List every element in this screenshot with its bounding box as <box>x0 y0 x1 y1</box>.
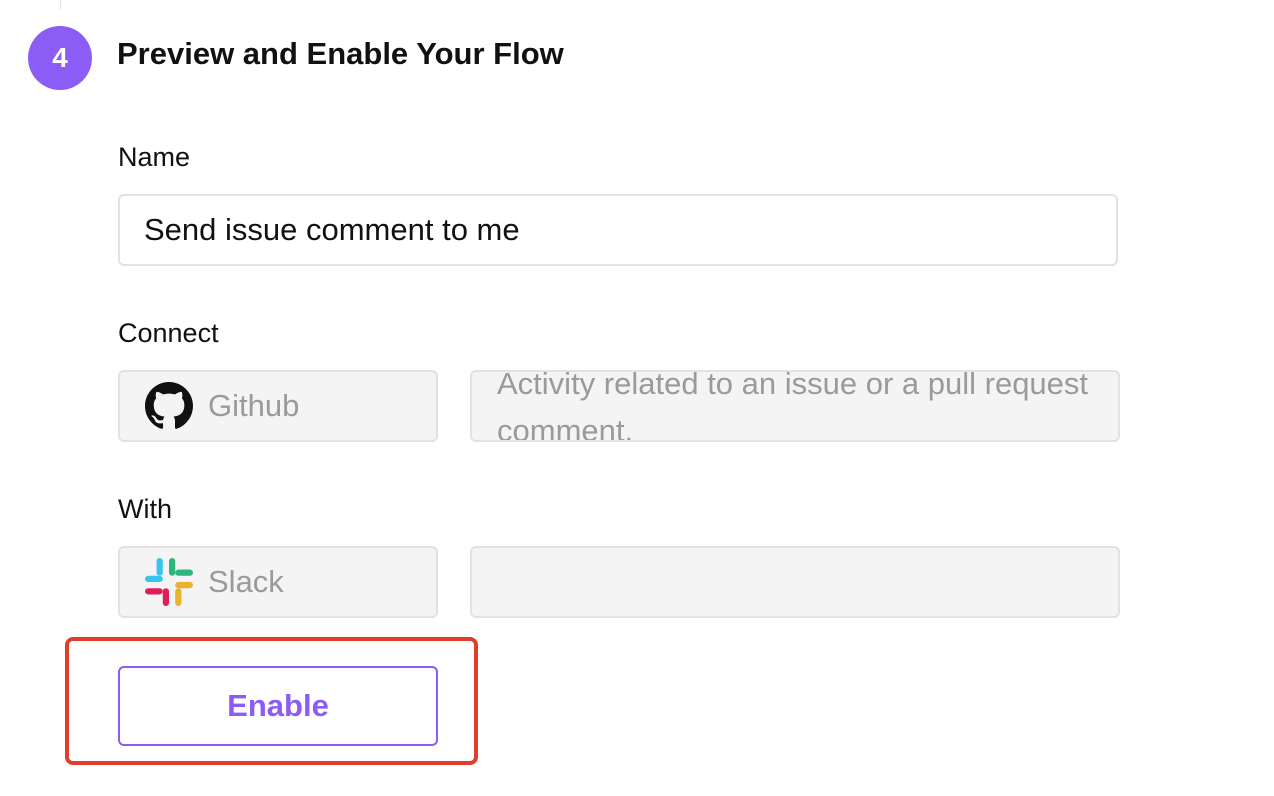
with-label: With <box>118 494 172 524</box>
connect-app-name: Github <box>208 388 300 423</box>
enable-button[interactable]: Enable <box>118 666 438 746</box>
with-app-selector[interactable]: Slack <box>118 546 438 618</box>
step-number-badge: 4 <box>28 26 92 90</box>
flow-setup-page: 4 Preview and Enable Your Flow Name Send… <box>0 0 1274 796</box>
with-app-name: Slack <box>208 564 284 599</box>
github-icon <box>144 381 194 431</box>
flow-name-input[interactable]: Send issue comment to me <box>118 194 1118 266</box>
timeline-connector <box>60 0 61 10</box>
slack-icon <box>144 557 194 607</box>
connect-app-selector[interactable]: Github <box>118 370 438 442</box>
with-action-field[interactable] <box>470 546 1120 618</box>
flow-name-value: Send issue comment to me <box>144 212 520 247</box>
name-label: Name <box>118 142 191 172</box>
connect-event-text: Activity related to an issue or a pull r… <box>497 370 1089 442</box>
connect-label: Connect <box>118 318 219 348</box>
step-title: Preview and Enable Your Flow <box>117 36 564 71</box>
connect-event-field[interactable]: Activity related to an issue or a pull r… <box>470 370 1120 442</box>
